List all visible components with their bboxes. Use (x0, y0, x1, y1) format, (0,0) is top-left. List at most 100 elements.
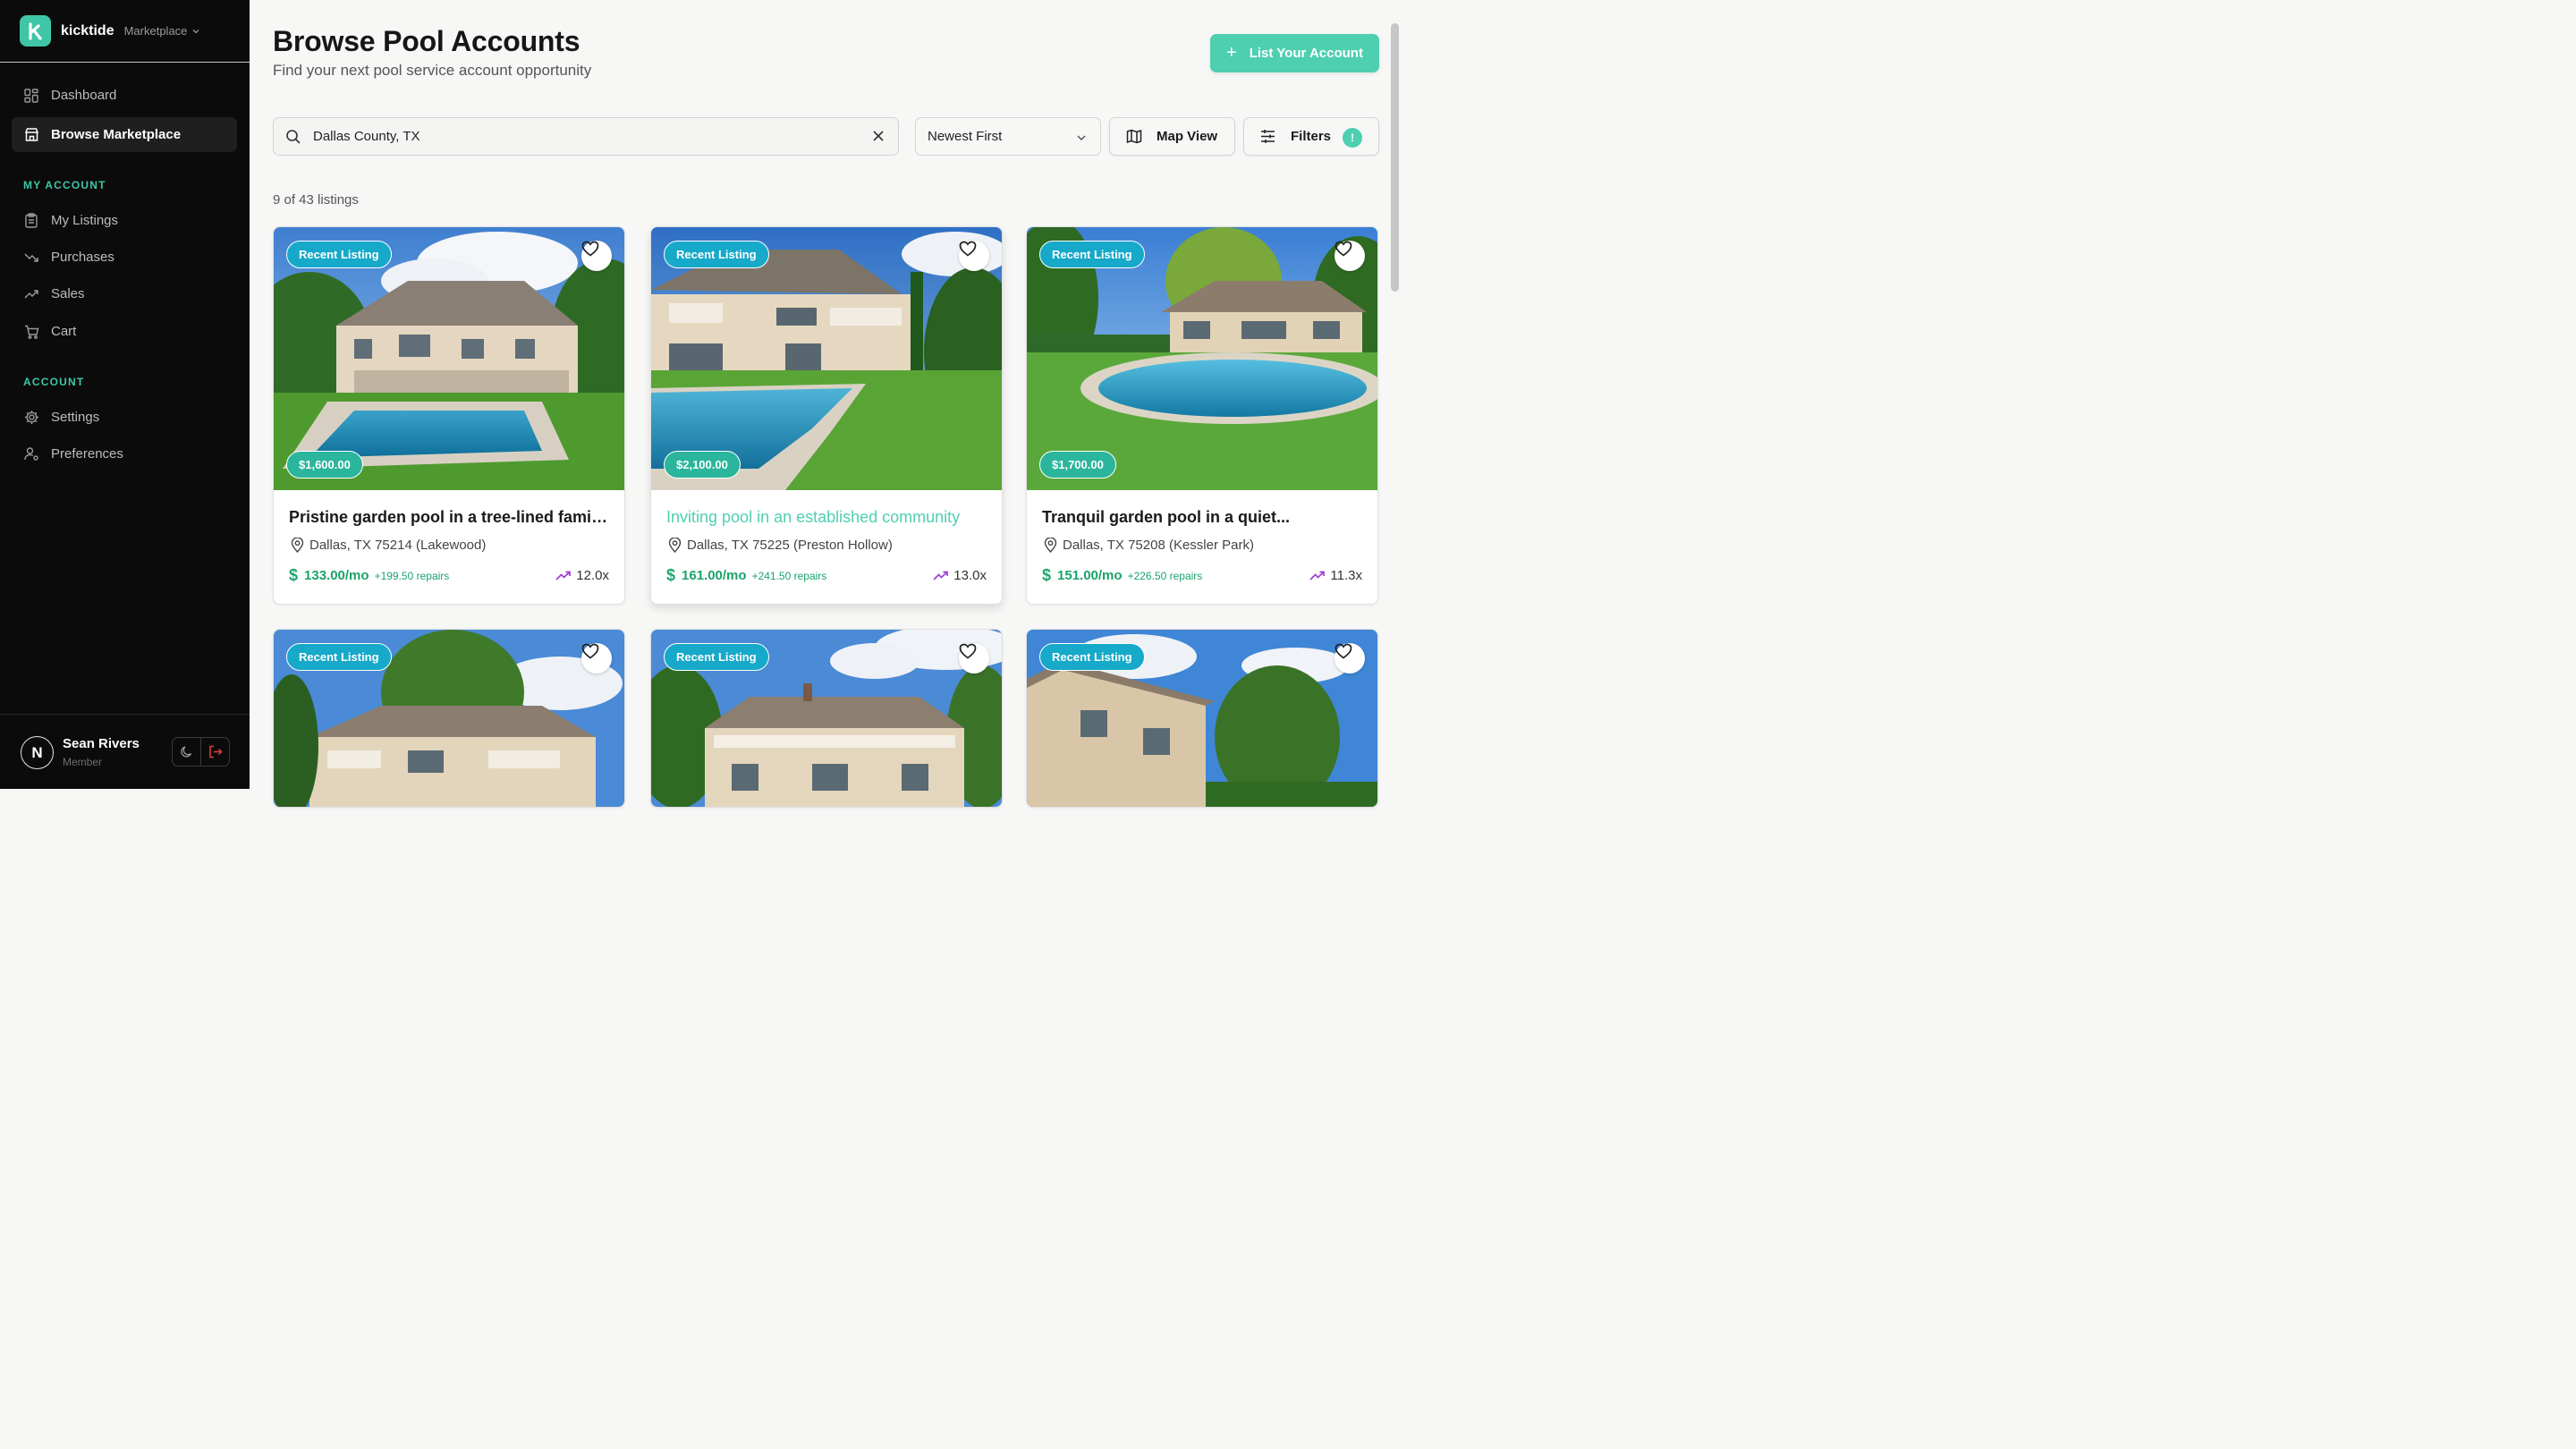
nav-settings[interactable]: Settings (12, 400, 237, 435)
user-settings-icon (23, 446, 39, 462)
dollar-icon: $ (1042, 566, 1052, 584)
heart-icon (581, 643, 599, 659)
multiple-value: 11.3x (1330, 568, 1362, 583)
map-view-button[interactable]: Map View (1109, 117, 1235, 156)
recent-listing-badge: Recent Listing (1039, 643, 1145, 671)
sliders-icon (1261, 130, 1275, 143)
favorite-button[interactable] (959, 643, 989, 674)
listing-card[interactable]: Recent Listing (1026, 629, 1378, 808)
pool-house-photo: Recent Listing (274, 630, 624, 807)
pool-house-photo: Recent Listing $1,600.00 (274, 227, 624, 490)
section-my-account: MY ACCOUNT (23, 179, 106, 191)
kicktide-logo-icon (20, 15, 51, 47)
nav-purchases[interactable]: Purchases (12, 240, 237, 275)
recent-listing-badge: Recent Listing (1039, 241, 1145, 268)
dollar-icon: $ (289, 566, 299, 584)
footer-actions (172, 737, 230, 767)
favorite-button[interactable] (1335, 643, 1365, 674)
section-account: ACCOUNT (23, 376, 85, 388)
gear-icon (23, 410, 39, 426)
avatar[interactable]: N (21, 736, 54, 769)
recent-listing-badge: Recent Listing (286, 241, 392, 268)
dollar-icon: $ (666, 566, 676, 584)
listing-location: Dallas, TX 75225 (Preston Hollow) (666, 538, 987, 553)
sidebar: kicktide Marketplace Dashboard Browse Ma… (0, 0, 250, 789)
listing-title[interactable]: Inviting pool in an established communit… (666, 508, 987, 527)
listing-card[interactable]: Recent Listing (273, 629, 625, 808)
nav-cart[interactable]: Cart (12, 314, 237, 349)
multiple: 12.0x (555, 568, 609, 583)
repairs-revenue: +241.50 repairs (751, 569, 827, 582)
favorite-button[interactable] (581, 241, 612, 271)
multiple: 11.3x (1309, 568, 1362, 583)
theme-toggle-button[interactable] (173, 738, 200, 766)
favorite-button[interactable] (959, 241, 989, 271)
search-value: Dallas County, TX (313, 129, 420, 144)
workspace-label: Marketplace (123, 24, 188, 38)
moon-icon (181, 746, 192, 758)
monthly-revenue: 161.00/mo (682, 568, 747, 583)
recent-listing-badge: Recent Listing (664, 643, 769, 671)
nav-label: Browse Marketplace (51, 127, 182, 142)
heart-icon (1335, 643, 1352, 659)
filters-button[interactable]: Filters ! (1243, 117, 1379, 156)
listing-card[interactable]: Recent Listing $1,700.00 Tranquil garden… (1026, 226, 1378, 605)
listing-card[interactable]: Recent Listing $2,100.00 Inviting pool i… (650, 226, 1003, 605)
search-input[interactable]: Dallas County, TX (273, 117, 899, 156)
nav-sales[interactable]: Sales (12, 276, 237, 311)
nav-label: Preferences (51, 446, 123, 462)
listing-card[interactable]: Recent Listing (650, 629, 1003, 808)
asking-price-badge: $1,700.00 (1039, 451, 1116, 479)
logout-icon (208, 745, 223, 758)
heart-icon (1335, 241, 1352, 257)
search-icon (286, 129, 301, 144)
plus-icon: + (1226, 43, 1237, 63)
map-pin-icon (291, 538, 304, 553)
favorite-button[interactable] (1335, 241, 1365, 271)
chevron-down-icon (1077, 135, 1086, 141)
page-title: Browse Pool Accounts (273, 25, 580, 57)
nav-label: Cart (51, 324, 77, 339)
pool-house-photo: Recent Listing $1,700.00 (1027, 227, 1377, 490)
nav-preferences[interactable]: Preferences (12, 436, 237, 471)
nav-browse-marketplace[interactable]: Browse Marketplace (12, 117, 237, 152)
listing-location: Dallas, TX 75214 (Lakewood) (289, 538, 609, 553)
sort-select[interactable]: Newest First (915, 117, 1101, 156)
monthly-revenue: 151.00/mo (1057, 568, 1123, 583)
list-your-account-button[interactable]: + List Your Account (1210, 34, 1379, 72)
heart-icon (959, 241, 977, 257)
nav-dashboard[interactable]: Dashboard (12, 78, 237, 113)
page-scrollbar[interactable] (1391, 23, 1399, 292)
multiple-value: 12.0x (576, 568, 609, 583)
sort-value: Newest First (928, 129, 1003, 144)
map-pin-icon (668, 538, 682, 553)
trend-up-icon (23, 286, 39, 302)
listing-count: 9 of 43 listings (273, 192, 359, 208)
nav-label: Sales (51, 286, 85, 301)
chevron-down-icon (192, 29, 199, 33)
listing-card[interactable]: Recent Listing $1,600.00 Pristine garden… (273, 226, 625, 605)
grid-icon (23, 88, 39, 104)
listing-title[interactable]: Pristine garden pool in a tree-lined fam… (289, 508, 609, 527)
listing-stats: $ 151.00/mo +226.50 repairs 11.3x (1042, 566, 1362, 585)
heart-icon (581, 241, 599, 257)
clear-search-icon[interactable] (871, 129, 886, 148)
listing-stats: $ 133.00/mo +199.50 repairs 12.0x (289, 566, 609, 585)
cart-icon (23, 324, 39, 340)
store-icon (23, 127, 39, 143)
user-role: Member (63, 756, 103, 768)
nav-my-listings[interactable]: My Listings (12, 203, 237, 238)
logout-button[interactable] (200, 738, 229, 766)
heart-icon (959, 643, 977, 659)
listing-location: Dallas, TX 75208 (Kessler Park) (1042, 538, 1362, 553)
button-label: Map View (1157, 129, 1218, 144)
workspace-switcher[interactable]: Marketplace (124, 24, 201, 38)
pool-house-photo: Recent Listing $2,100.00 (651, 227, 1002, 490)
recent-listing-badge: Recent Listing (664, 241, 769, 268)
repairs-revenue: +199.50 repairs (374, 569, 450, 582)
recent-listing-badge: Recent Listing (286, 643, 392, 671)
location-text: Dallas, TX 75208 (Kessler Park) (1063, 538, 1254, 553)
favorite-button[interactable] (581, 643, 612, 674)
listing-title[interactable]: Tranquil garden pool in a quiet... (1042, 508, 1362, 527)
brand[interactable]: kicktide Marketplace (20, 15, 200, 47)
